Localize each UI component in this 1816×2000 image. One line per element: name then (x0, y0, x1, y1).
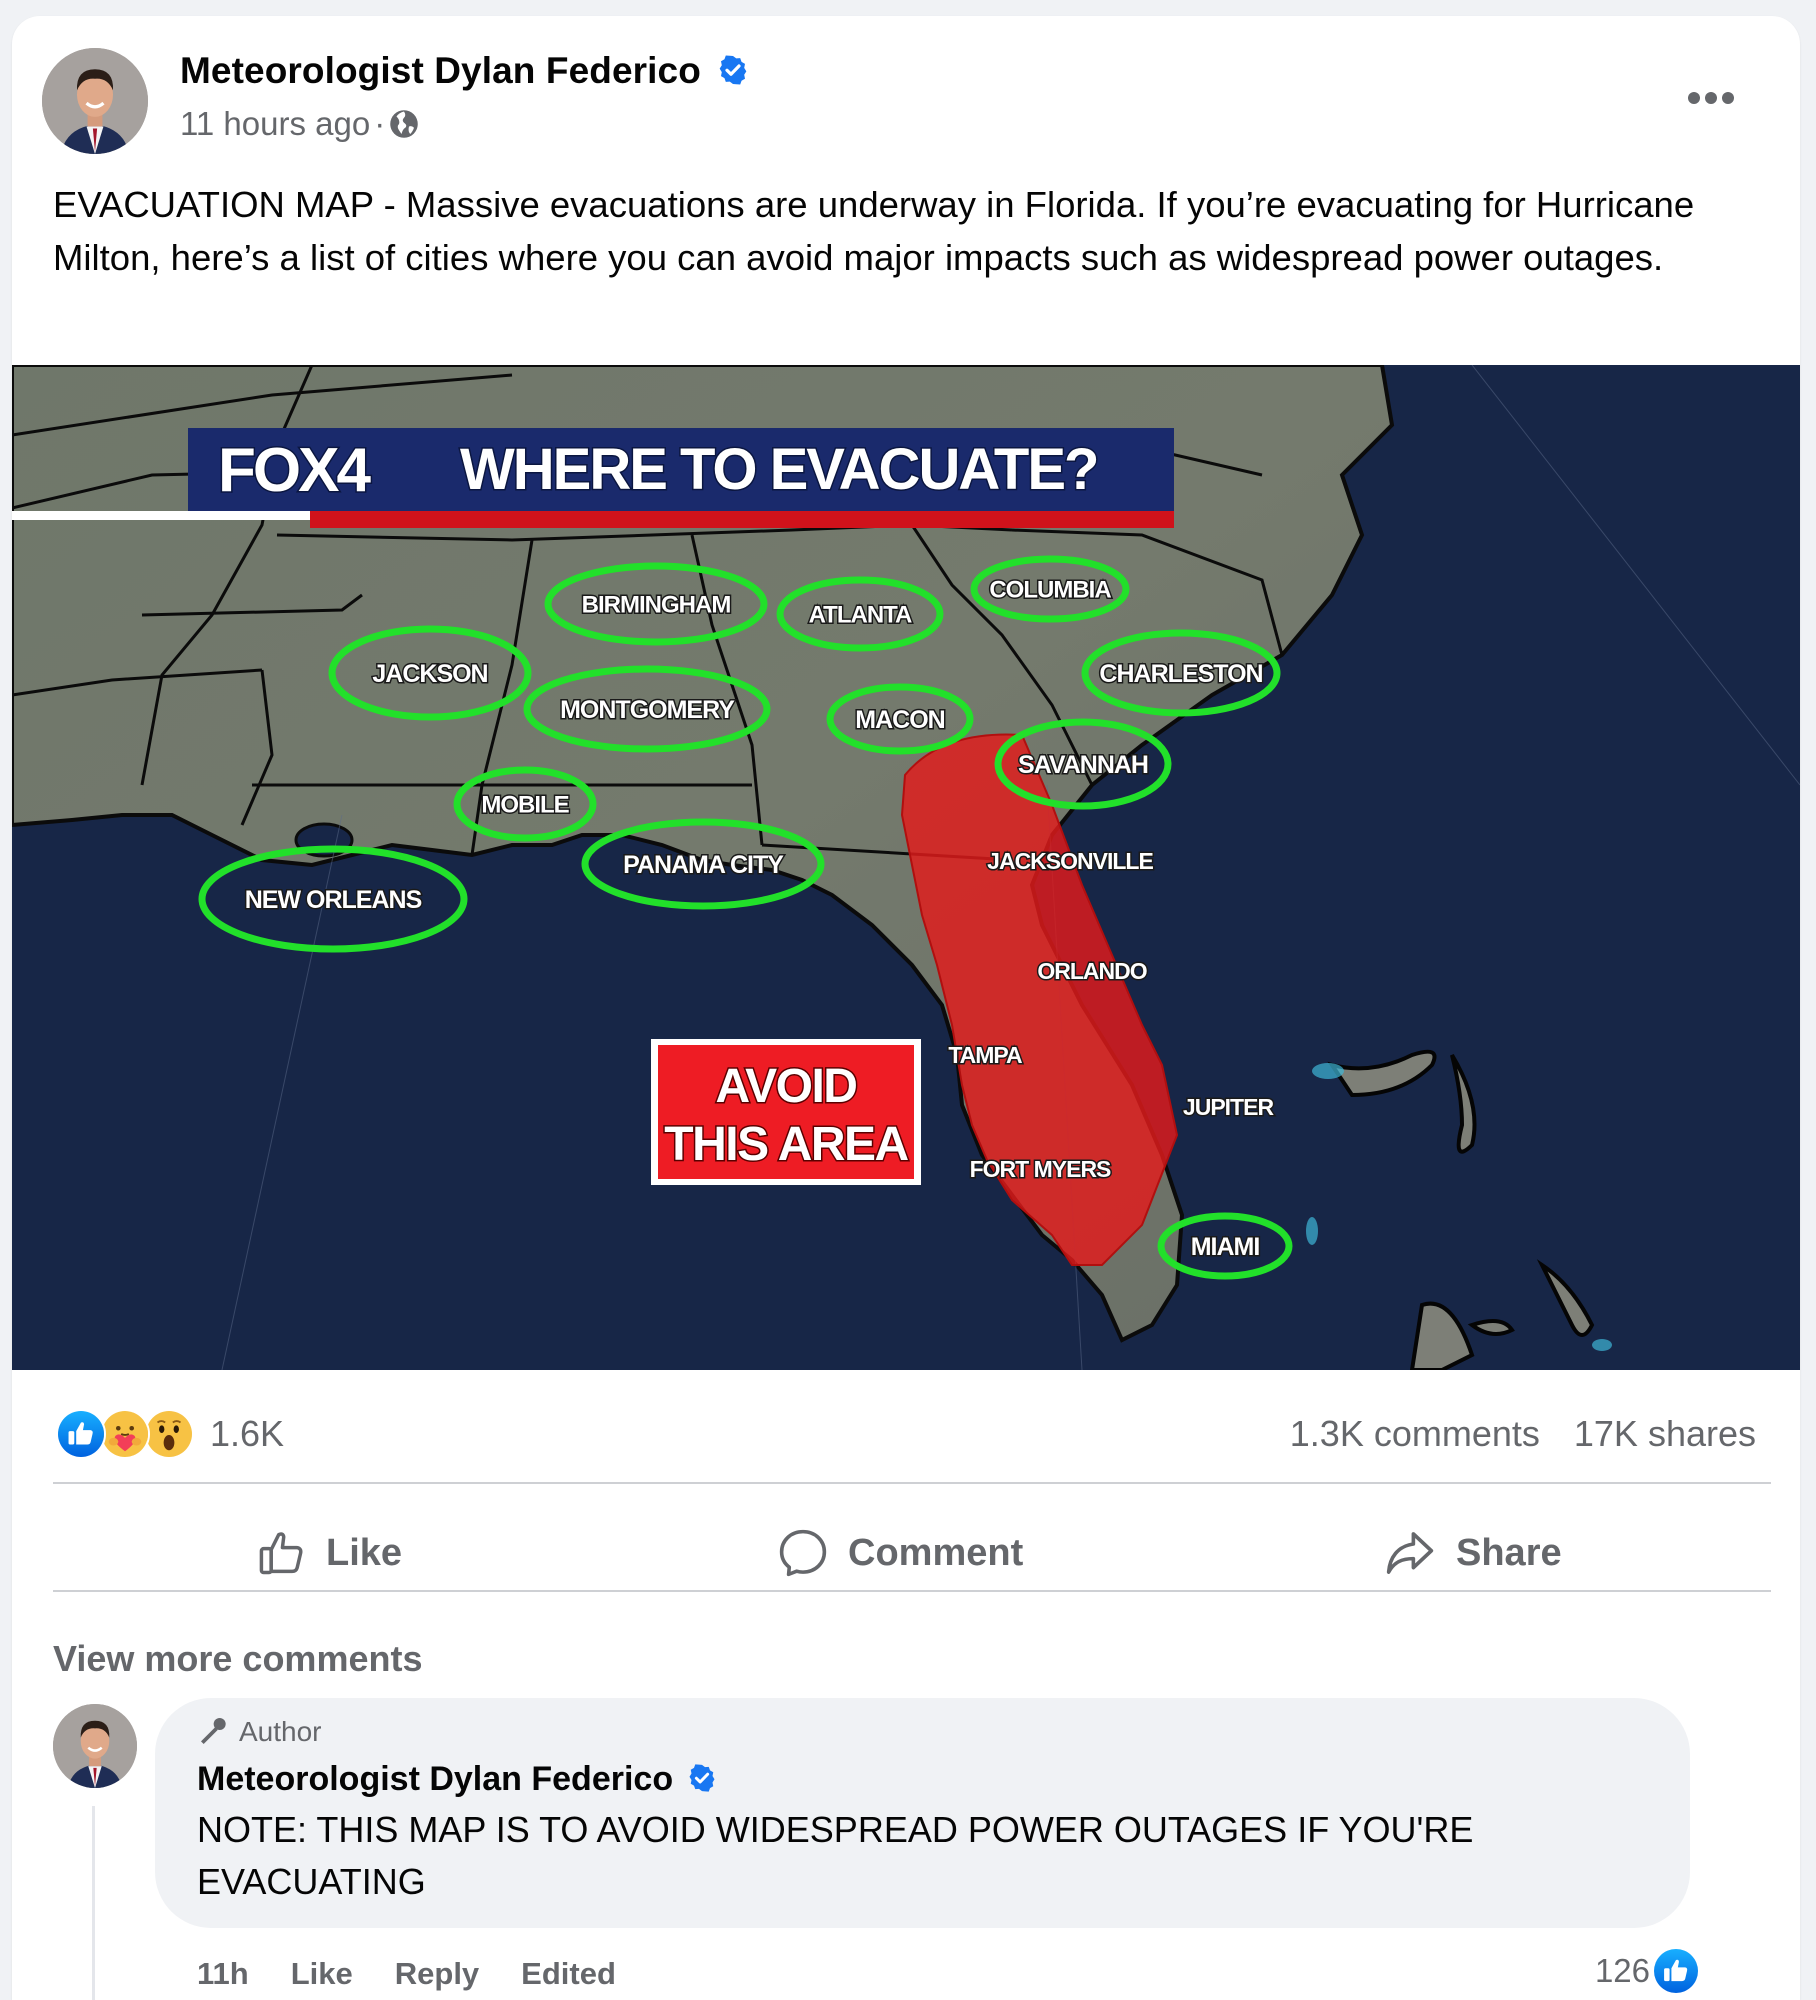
post-timestamp[interactable]: 11 hours ago (180, 105, 370, 143)
safe-city-label: MIAMI (1191, 1233, 1260, 1261)
stats-divider (53, 1482, 1771, 1484)
author-name-row: Meteorologist Dylan Federico (180, 50, 749, 92)
map-graphic: FOX4 WHERE TO EVACUATE? BIRMINGHAM ATLANT… (12, 365, 1800, 1370)
profile-photo-icon (42, 48, 148, 154)
safe-city-label: ATLANTA (809, 602, 912, 629)
safe-city-label: COLUMBIA (989, 577, 1111, 604)
avoid-city-label: JACKSONVILLE (987, 848, 1153, 874)
avoid-box-line-1: AVOID (716, 1060, 857, 1113)
avoid-box-line-2: THIS AREA (664, 1118, 908, 1171)
shares-count[interactable]: 17K shares (1574, 1413, 1756, 1455)
reaction-count[interactable]: 1.6K (210, 1413, 284, 1455)
post-text: EVACUATION MAP - Massive evacuations are… (53, 184, 1695, 278)
avoid-this-area-box: AVOID THIS AREA (651, 1039, 921, 1185)
comment-thread-line (92, 1806, 95, 2000)
safe-city-label: MACON (855, 706, 944, 734)
safe-city-label: PANAMA CITY (623, 851, 784, 879)
comment-footer: 11h Like Reply Edited (197, 1956, 616, 1992)
comment-time[interactable]: 11h (197, 1956, 249, 1992)
profile-photo-icon (53, 1704, 137, 1788)
more-options-icon (1688, 92, 1734, 104)
engagement-counts: 1.3K comments 17K shares (1290, 1413, 1756, 1455)
post-card: Meteorologist Dylan Federico 11 hours ag… (12, 16, 1800, 2000)
banner-headline: WHERE TO EVACUATE? (460, 437, 1097, 502)
safe-city-label: MOBILE (481, 792, 569, 819)
comment-edited-label[interactable]: Edited (521, 1956, 616, 1992)
microphone-icon (201, 1718, 226, 1744)
like-reaction-icon (56, 1409, 106, 1459)
avoid-city-label: FORT MYERS (970, 1156, 1111, 1182)
comment-icon (779, 1529, 827, 1577)
author-badge-label: Author (239, 1716, 322, 1747)
author-badge: Author (197, 1716, 322, 1748)
care-reaction-icon (100, 1409, 150, 1459)
safe-city-label: SAVANNAH (1018, 751, 1148, 779)
comment-like-button[interactable]: Like (291, 1956, 353, 1992)
comment-like-count[interactable]: 126 (1595, 1949, 1698, 1993)
verified-badge-icon (719, 55, 747, 85)
globe-icon (390, 110, 418, 138)
like-label: Like (326, 1531, 403, 1574)
post-meta: 11 hours ago · (180, 105, 419, 143)
meta-separator: · (374, 105, 386, 142)
comment-button[interactable]: Comment (776, 1513, 1023, 1593)
view-more-comments-link[interactable]: View more comments (53, 1638, 422, 1680)
safe-city-label: BIRMINGHAM (582, 592, 731, 619)
comments-count[interactable]: 1.3K comments (1290, 1413, 1540, 1455)
like-button[interactable]: Like (256, 1513, 402, 1593)
share-label: Share (1456, 1531, 1562, 1574)
comment-bubble: Author Meteorologist Dylan Federico NOTE… (155, 1698, 1690, 1928)
evacuation-map-image[interactable]: FOX4 WHERE TO EVACUATE? BIRMINGHAM ATLANT… (12, 365, 1800, 1370)
comment-author-row: Meteorologist Dylan Federico (197, 1760, 717, 1799)
wow-reaction-icon (144, 1409, 194, 1459)
safe-city-label: JACKSON (372, 660, 487, 688)
more-options-button[interactable] (1684, 88, 1740, 108)
comment-reply-button[interactable]: Reply (395, 1956, 479, 1992)
like-icon (259, 1532, 303, 1575)
avoid-city-label: TAMPA (948, 1042, 1022, 1068)
comment-label: Comment (848, 1531, 1024, 1574)
author-avatar[interactable] (42, 48, 148, 154)
like-reaction-icon (1654, 1949, 1698, 1993)
verified-badge-icon (689, 1764, 715, 1792)
comment-like-count-value: 126 (1594, 1952, 1650, 1989)
fox4-logo: FOX4 (218, 436, 371, 505)
avoid-city-label: JUPITER (1183, 1094, 1275, 1120)
safe-city-label: CHARLESTON (1099, 660, 1262, 688)
avoid-city-label: ORLANDO (1037, 958, 1146, 984)
comment-author-name[interactable]: Meteorologist Dylan Federico (197, 1760, 673, 1798)
actions-divider (53, 1590, 1771, 1592)
banner-white-stripe (12, 511, 312, 520)
commenter-avatar[interactable] (53, 1704, 137, 1788)
author-name[interactable]: Meteorologist Dylan Federico (180, 50, 701, 91)
safe-city-label: MONTGOMERY (560, 696, 735, 724)
share-icon (1386, 1532, 1434, 1574)
comment-text: NOTE: THIS MAP IS TO AVOID WIDESPREAD PO… (197, 1809, 1474, 1902)
banner-red-stripe (310, 511, 1174, 528)
share-button[interactable]: Share (1382, 1513, 1562, 1593)
reactions-summary[interactable]: 1.6K (56, 1406, 284, 1462)
safe-city-label: NEW ORLEANS (245, 886, 422, 914)
